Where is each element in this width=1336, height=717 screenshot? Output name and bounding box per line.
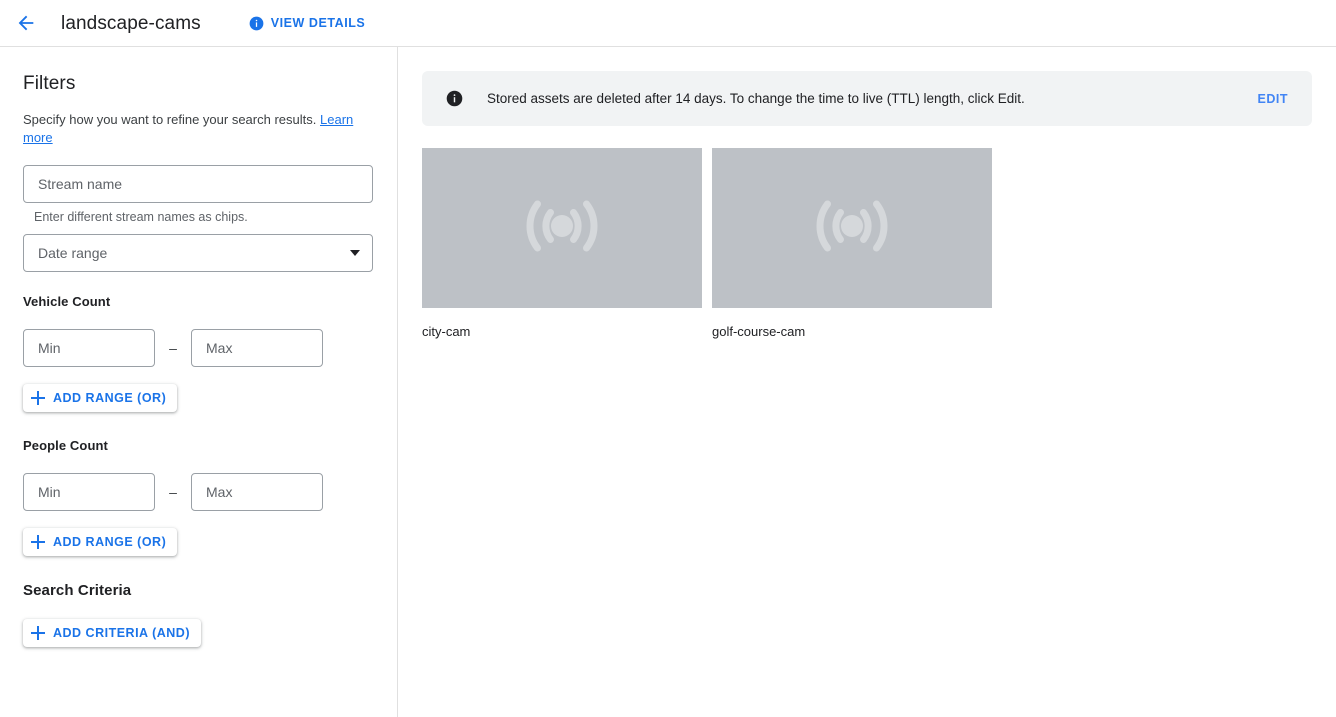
vehicle-count-range-row: Min – Max: [23, 329, 375, 367]
filters-title: Filters: [23, 73, 76, 94]
stream-card-grid: city-cam golf-course-cam: [422, 148, 1312, 340]
plus-icon: [31, 626, 45, 640]
filters-description: Specify how you want to refine your sear…: [23, 111, 375, 147]
plus-icon: [31, 535, 45, 549]
vehicle-count-range-dash: –: [169, 340, 177, 356]
people-count-label: People Count: [23, 438, 108, 453]
page-title: landscape-cams: [61, 12, 201, 34]
filters-description-text: Specify how you want to refine your sear…: [23, 112, 317, 127]
people-count-min-input[interactable]: Min: [23, 473, 155, 511]
arrow-back-icon: [15, 12, 37, 34]
add-criteria-button[interactable]: ADD CRITERIA (AND): [23, 619, 201, 647]
broadcast-stream-icon: [812, 190, 892, 267]
vehicle-count-min-input[interactable]: Min: [23, 329, 155, 367]
view-details-label: VIEW DETAILS: [270, 16, 366, 30]
stream-thumbnail[interactable]: [422, 148, 702, 308]
people-count-max-placeholder: Max: [206, 484, 233, 500]
people-count-add-range-button[interactable]: ADD RANGE (OR): [23, 528, 178, 556]
view-details-button[interactable]: VIEW DETAILS: [245, 10, 370, 37]
stream-name-helper-text: Enter different stream names as chips.: [34, 210, 248, 224]
info-icon: [249, 16, 264, 31]
chevron-down-icon: [350, 250, 360, 256]
filters-sidebar: Filters Specify how you want to refine y…: [0, 47, 398, 717]
plus-icon: [31, 391, 45, 405]
stream-name-placeholder: Stream name: [38, 176, 123, 192]
stream-name-input[interactable]: Stream name: [23, 165, 373, 203]
people-count-add-range-label: ADD RANGE (OR): [53, 535, 167, 549]
back-button[interactable]: [6, 3, 46, 43]
vehicle-count-max-placeholder: Max: [206, 340, 233, 356]
top-app-bar: landscape-cams VIEW DETAILS: [0, 0, 1336, 47]
stream-card-label: city-cam: [422, 324, 471, 339]
people-count-max-input[interactable]: Max: [191, 473, 323, 511]
stream-card-label: golf-course-cam: [712, 324, 806, 339]
stream-card[interactable]: golf-course-cam: [712, 148, 992, 340]
people-count-range-dash: –: [169, 484, 177, 500]
add-criteria-label: ADD CRITERIA (AND): [53, 626, 190, 640]
main-content: Stored assets are deleted after 14 days.…: [398, 47, 1336, 717]
vehicle-count-label: Vehicle Count: [23, 294, 111, 309]
stream-thumbnail[interactable]: [712, 148, 992, 308]
stream-card[interactable]: city-cam: [422, 148, 702, 340]
people-count-range-row: Min – Max: [23, 473, 375, 511]
date-range-label: Date range: [38, 245, 108, 261]
vehicle-count-add-range-label: ADD RANGE (OR): [53, 391, 167, 405]
broadcast-stream-icon: [522, 190, 602, 267]
info-icon: [446, 90, 463, 107]
date-range-select[interactable]: Date range: [23, 234, 373, 272]
people-count-min-placeholder: Min: [38, 484, 61, 500]
ttl-banner-text: Stored assets are deleted after 14 days.…: [487, 90, 1025, 106]
vehicle-count-max-input[interactable]: Max: [191, 329, 323, 367]
vehicle-count-add-range-button[interactable]: ADD RANGE (OR): [23, 384, 178, 412]
search-criteria-title: Search Criteria: [23, 582, 132, 599]
edit-ttl-button[interactable]: EDIT: [1254, 86, 1292, 112]
ttl-info-banner: Stored assets are deleted after 14 days.…: [422, 71, 1312, 126]
vehicle-count-min-placeholder: Min: [38, 340, 61, 356]
